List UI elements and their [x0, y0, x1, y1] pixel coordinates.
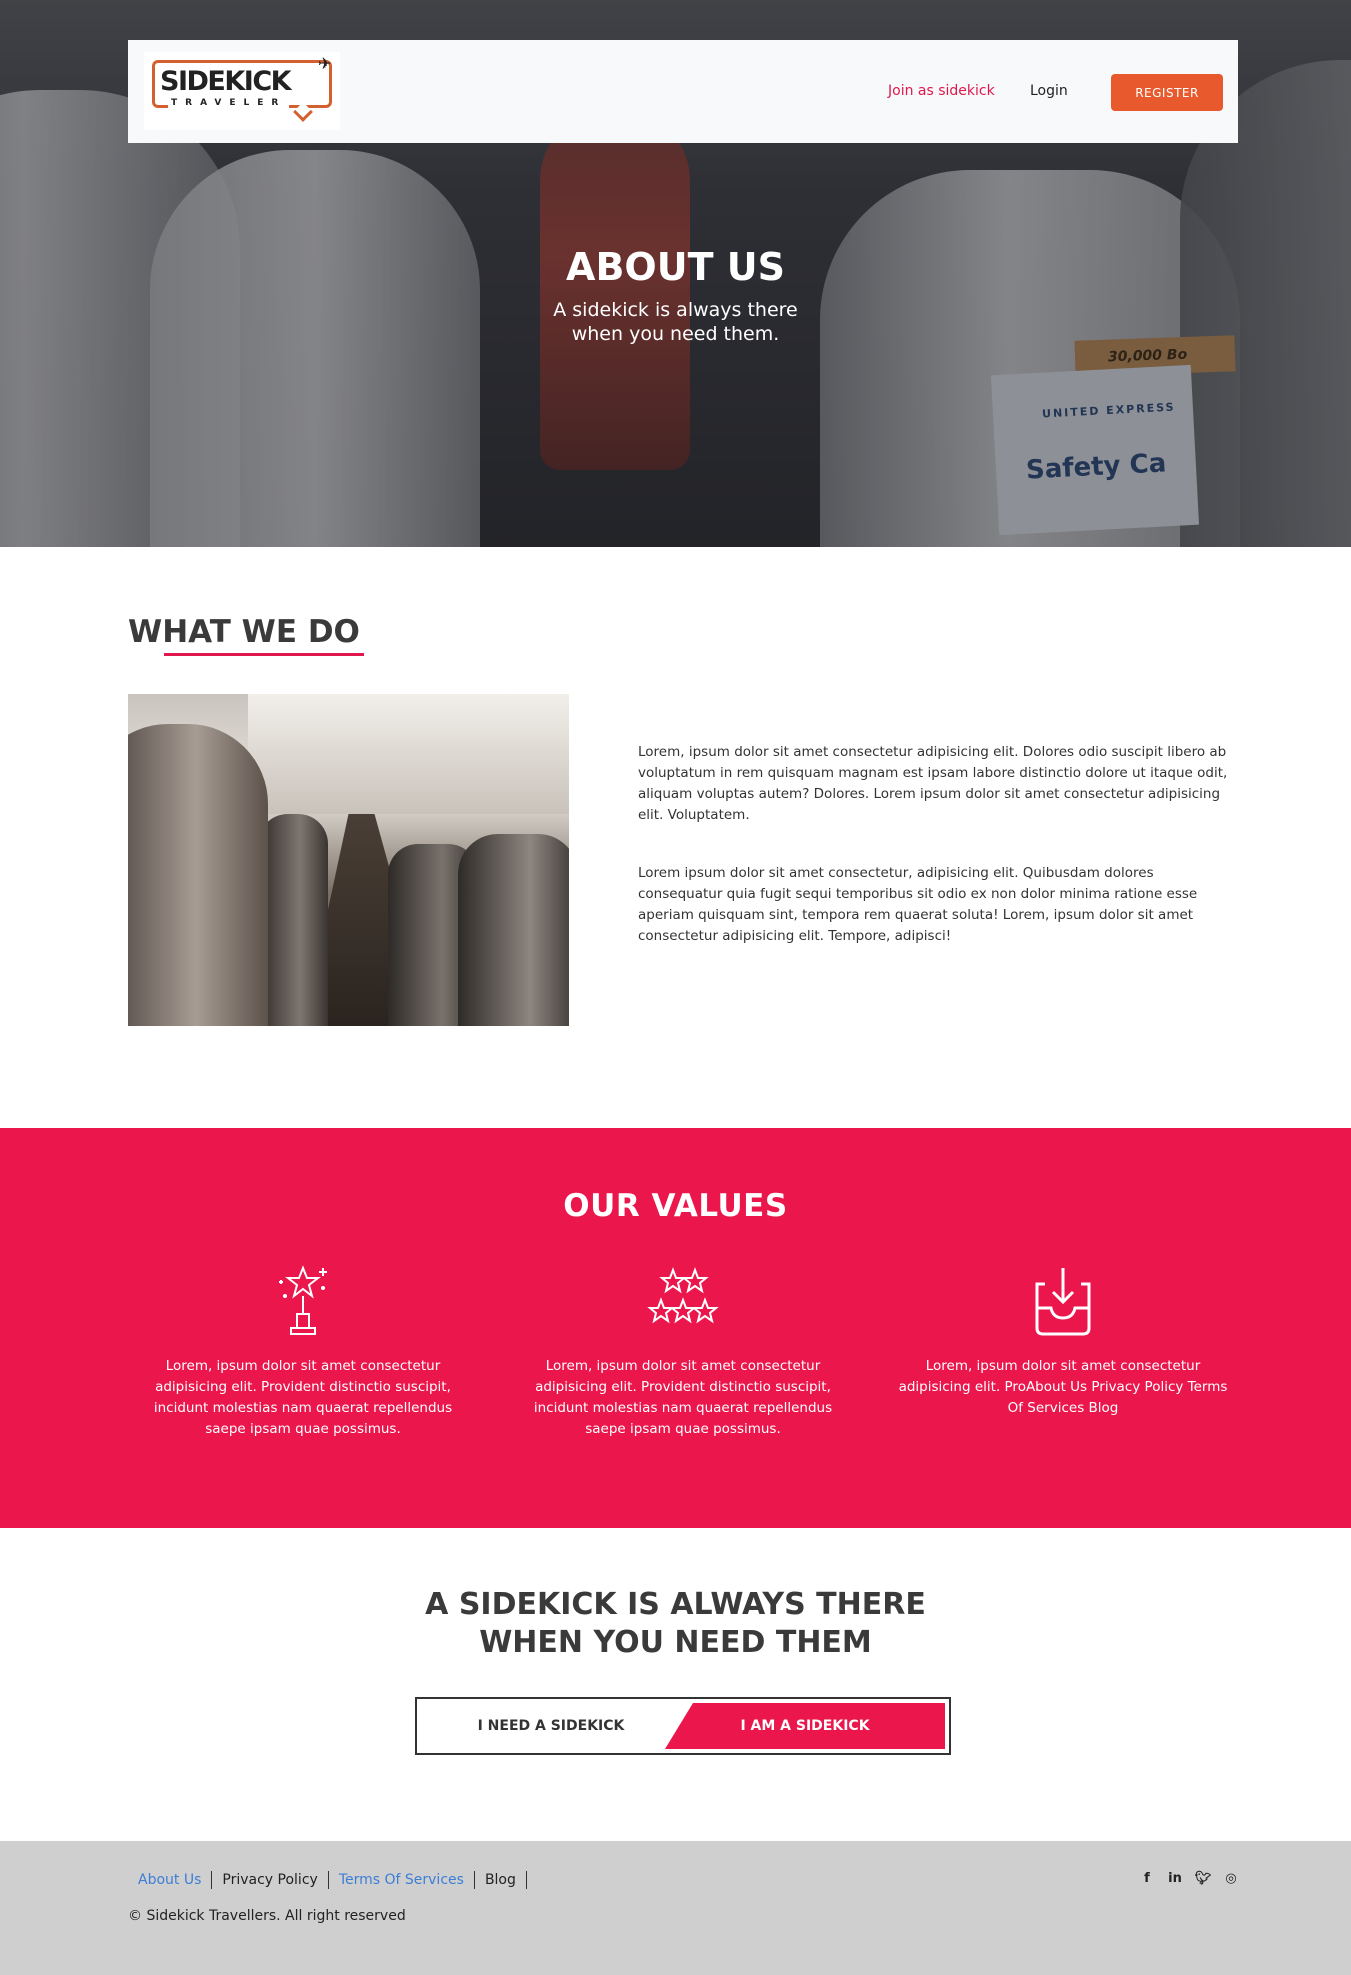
footer-links: About Us Privacy Policy Terms Of Service…	[128, 1871, 527, 1889]
cabin-seat	[258, 814, 328, 1026]
logo-wordmark: SIDEKICK	[160, 66, 292, 97]
logo-tagline: TRAVELER	[168, 98, 290, 108]
twitter-icon[interactable]: 🐦︎	[1194, 1871, 1212, 1886]
footer-link-about-us[interactable]: About Us	[128, 1871, 213, 1889]
heading-underline	[164, 653, 364, 656]
cabin-seat	[458, 834, 569, 1026]
what-we-do-heading: WHAT WE DO	[128, 614, 360, 650]
airplane-icon: ✈	[318, 54, 332, 73]
value-text: Lorem, ipsum dolor sit amet consectetur …	[533, 1358, 833, 1437]
sidekick-choice-toggle: I NEED A SIDEKICK I AM A SIDEKICK	[415, 1697, 951, 1755]
cta-heading-line-1: A SIDEKICK IS ALWAYS THERE	[425, 1587, 926, 1622]
join-as-sidekick-link[interactable]: Join as sidekick	[888, 83, 995, 99]
footer-link-privacy-policy[interactable]: Privacy Policy	[212, 1871, 329, 1889]
footer-link-blog[interactable]: Blog	[475, 1871, 527, 1889]
linkedin-icon[interactable]: in	[1166, 1871, 1184, 1886]
login-link[interactable]: Login	[1030, 83, 1068, 99]
our-values-section: OUR VALUES Lorem, ipsum dolor sit amet c…	[0, 1128, 1351, 1528]
hero-subtitle-line-1: A sidekick is always there	[553, 299, 798, 321]
cta-heading: A SIDEKICK IS ALWAYS THERE WHEN YOU NEED…	[0, 1586, 1351, 1662]
hero-section: 30,000 Bo UNITED EXPRESS Safety Ca SIDEK…	[0, 0, 1351, 547]
value-item: Lorem, ipsum dolor sit amet consectetur …	[518, 1262, 848, 1440]
need-sidekick-button[interactable]: I NEED A SIDEKICK	[421, 1703, 681, 1749]
value-text: Lorem, ipsum dolor sit amet consectetur …	[153, 1358, 453, 1437]
brand-logo[interactable]: SIDEKICK TRAVELER ✈	[144, 52, 340, 130]
what-we-do-paragraph-1: Lorem, ipsum dolor sit amet consectetur …	[638, 744, 1228, 823]
cabin-seat	[128, 724, 268, 1026]
top-navbar: SIDEKICK TRAVELER ✈ Join as sidekick Log…	[128, 40, 1238, 143]
hero-subtitle-line-2: when you need them.	[571, 323, 780, 345]
cabin-ceiling	[248, 694, 569, 814]
inbox-download-icon	[1035, 1268, 1091, 1336]
airplane-cabin-image	[128, 694, 569, 1026]
stars-rating-icon	[647, 1267, 719, 1324]
social-links: f in 🐦︎ ◎	[1138, 1871, 1240, 1886]
footer: About Us Privacy Policy Terms Of Service…	[0, 1841, 1351, 1975]
am-sidekick-button[interactable]: I AM A SIDEKICK	[665, 1703, 945, 1749]
our-values-heading: OUR VALUES	[563, 1188, 788, 1224]
cta-heading-line-2: WHEN YOU NEED THEM	[479, 1625, 872, 1660]
value-item: Lorem, ipsum dolor sit amet consectetur …	[898, 1262, 1228, 1419]
value-text: Lorem, ipsum dolor sit amet consectetur …	[898, 1358, 1228, 1416]
copyright-text: © Sidekick Travellers. All right reserve…	[128, 1908, 406, 1924]
value-item: Lorem, ipsum dolor sit amet consectetur …	[138, 1262, 468, 1440]
hero-subtitle: A sidekick is always there when you need…	[0, 298, 1351, 346]
award-trophy-icon	[279, 1265, 327, 1335]
page-title: ABOUT US	[566, 245, 785, 289]
what-we-do-text: Lorem, ipsum dolor sit amet consectetur …	[638, 742, 1238, 984]
instagram-icon[interactable]: ◎	[1222, 1871, 1240, 1886]
footer-link-terms[interactable]: Terms Of Services	[329, 1871, 475, 1889]
facebook-icon[interactable]: f	[1138, 1871, 1156, 1886]
what-we-do-paragraph-2: Lorem ipsum dolor sit amet consectetur, …	[638, 865, 1198, 944]
register-button[interactable]: REGISTER	[1111, 74, 1223, 111]
